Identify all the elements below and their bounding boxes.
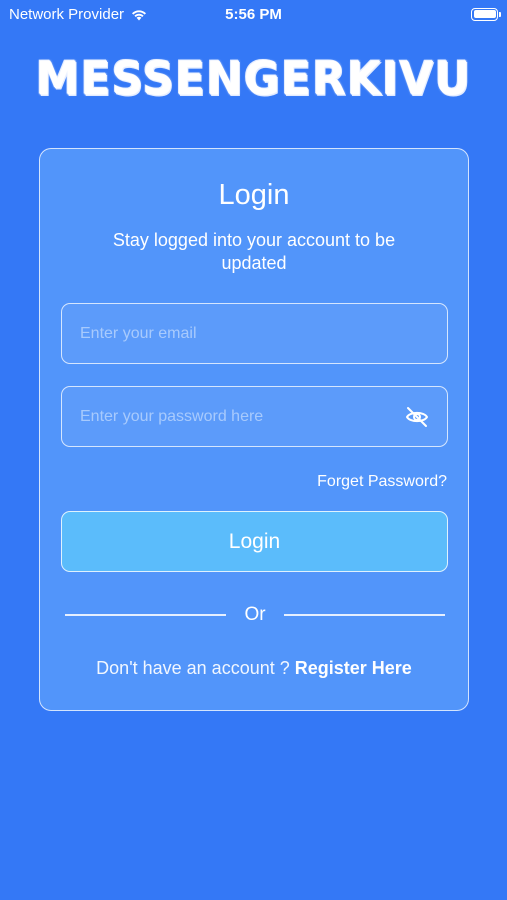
battery-fill xyxy=(473,10,496,18)
status-bar: Network Provider 5:56 PM xyxy=(0,0,507,28)
or-divider: Or xyxy=(65,604,446,626)
register-link[interactable]: Register Here xyxy=(295,658,412,678)
login-button[interactable]: Login xyxy=(61,511,448,572)
carrier-label: Network Provider xyxy=(9,5,125,23)
register-row: Don't have an account ? Register Here xyxy=(40,658,468,679)
eye-off-icon[interactable] xyxy=(405,405,429,429)
divider-line-right xyxy=(283,614,446,616)
wifi-icon xyxy=(132,10,147,21)
status-left: Network Provider xyxy=(9,6,148,23)
password-field-container[interactable] xyxy=(61,386,448,447)
forget-password-link[interactable]: Forget Password? xyxy=(317,473,447,491)
login-title: Login xyxy=(218,179,290,211)
register-prompt: Don't have an account ? xyxy=(96,658,295,678)
email-field-container[interactable] xyxy=(61,303,448,364)
app-logo: MESSENGERKIVU xyxy=(35,52,472,107)
password-input[interactable] xyxy=(80,407,405,426)
battery-icon xyxy=(471,7,501,21)
login-screen: Network Provider 5:56 PM MESSENGERKIVU L… xyxy=(0,0,507,900)
login-subtitle: Stay logged into your account to be upda… xyxy=(112,230,396,273)
login-card: Login Stay logged into your account to b… xyxy=(39,148,469,711)
divider-text: Or xyxy=(244,604,266,625)
divider-line-left xyxy=(65,614,227,616)
email-input[interactable] xyxy=(80,324,429,343)
